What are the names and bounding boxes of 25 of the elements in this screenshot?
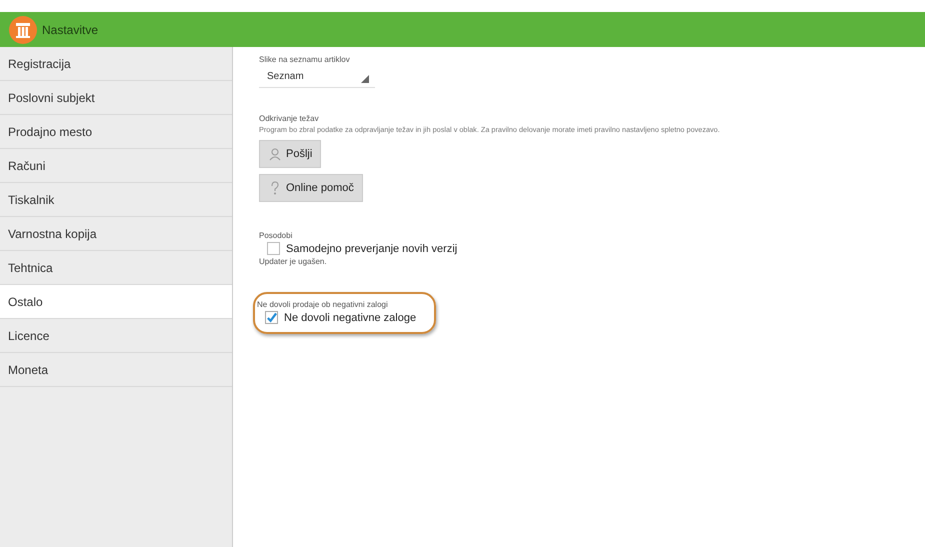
sidebar-item[interactable]: Ostalo bbox=[0, 285, 232, 319]
status-note: Updater je ugašen. bbox=[259, 257, 327, 266]
checkbox-icon bbox=[265, 311, 278, 324]
help-button[interactable]: Online pomoč bbox=[259, 174, 363, 202]
sidebar-item[interactable]: Registracija bbox=[0, 47, 232, 81]
sidebar-item[interactable]: Poslovni subjekt bbox=[0, 81, 232, 115]
sidebar-item[interactable]: Prodajno mesto bbox=[0, 115, 232, 149]
checkbox-icon bbox=[267, 242, 280, 255]
sidebar-item[interactable]: Licence bbox=[0, 319, 232, 353]
view-dropdown[interactable]: Seznam bbox=[259, 66, 375, 88]
pillar-logo-icon bbox=[8, 14, 38, 44]
section-label: Ne dovoli prodaje ob negativni zalogi bbox=[257, 300, 388, 309]
window-title: Nastavitve bbox=[42, 22, 98, 36]
checkbox-option[interactable]: Samodejno preverjanje novih verzij bbox=[259, 242, 458, 255]
section-label: Posodobi bbox=[259, 231, 292, 240]
section-label: Slike na seznamu artiklov bbox=[259, 55, 350, 64]
section-label: Odkrivanje težav bbox=[259, 114, 319, 123]
sidebar-item[interactable]: Moneta bbox=[0, 353, 232, 387]
sidebar-item[interactable]: Varnostna kopija bbox=[0, 217, 232, 251]
checkbox-option[interactable]: Ne dovoli negativne zaloge bbox=[257, 311, 416, 324]
person-icon bbox=[268, 147, 282, 161]
sidebar-item[interactable]: Tiskalnik bbox=[0, 183, 232, 217]
sidebar-item[interactable]: Računi bbox=[0, 149, 232, 183]
send-button[interactable]: Pošlji bbox=[259, 140, 322, 168]
dropdown-arrow-icon bbox=[361, 75, 369, 83]
